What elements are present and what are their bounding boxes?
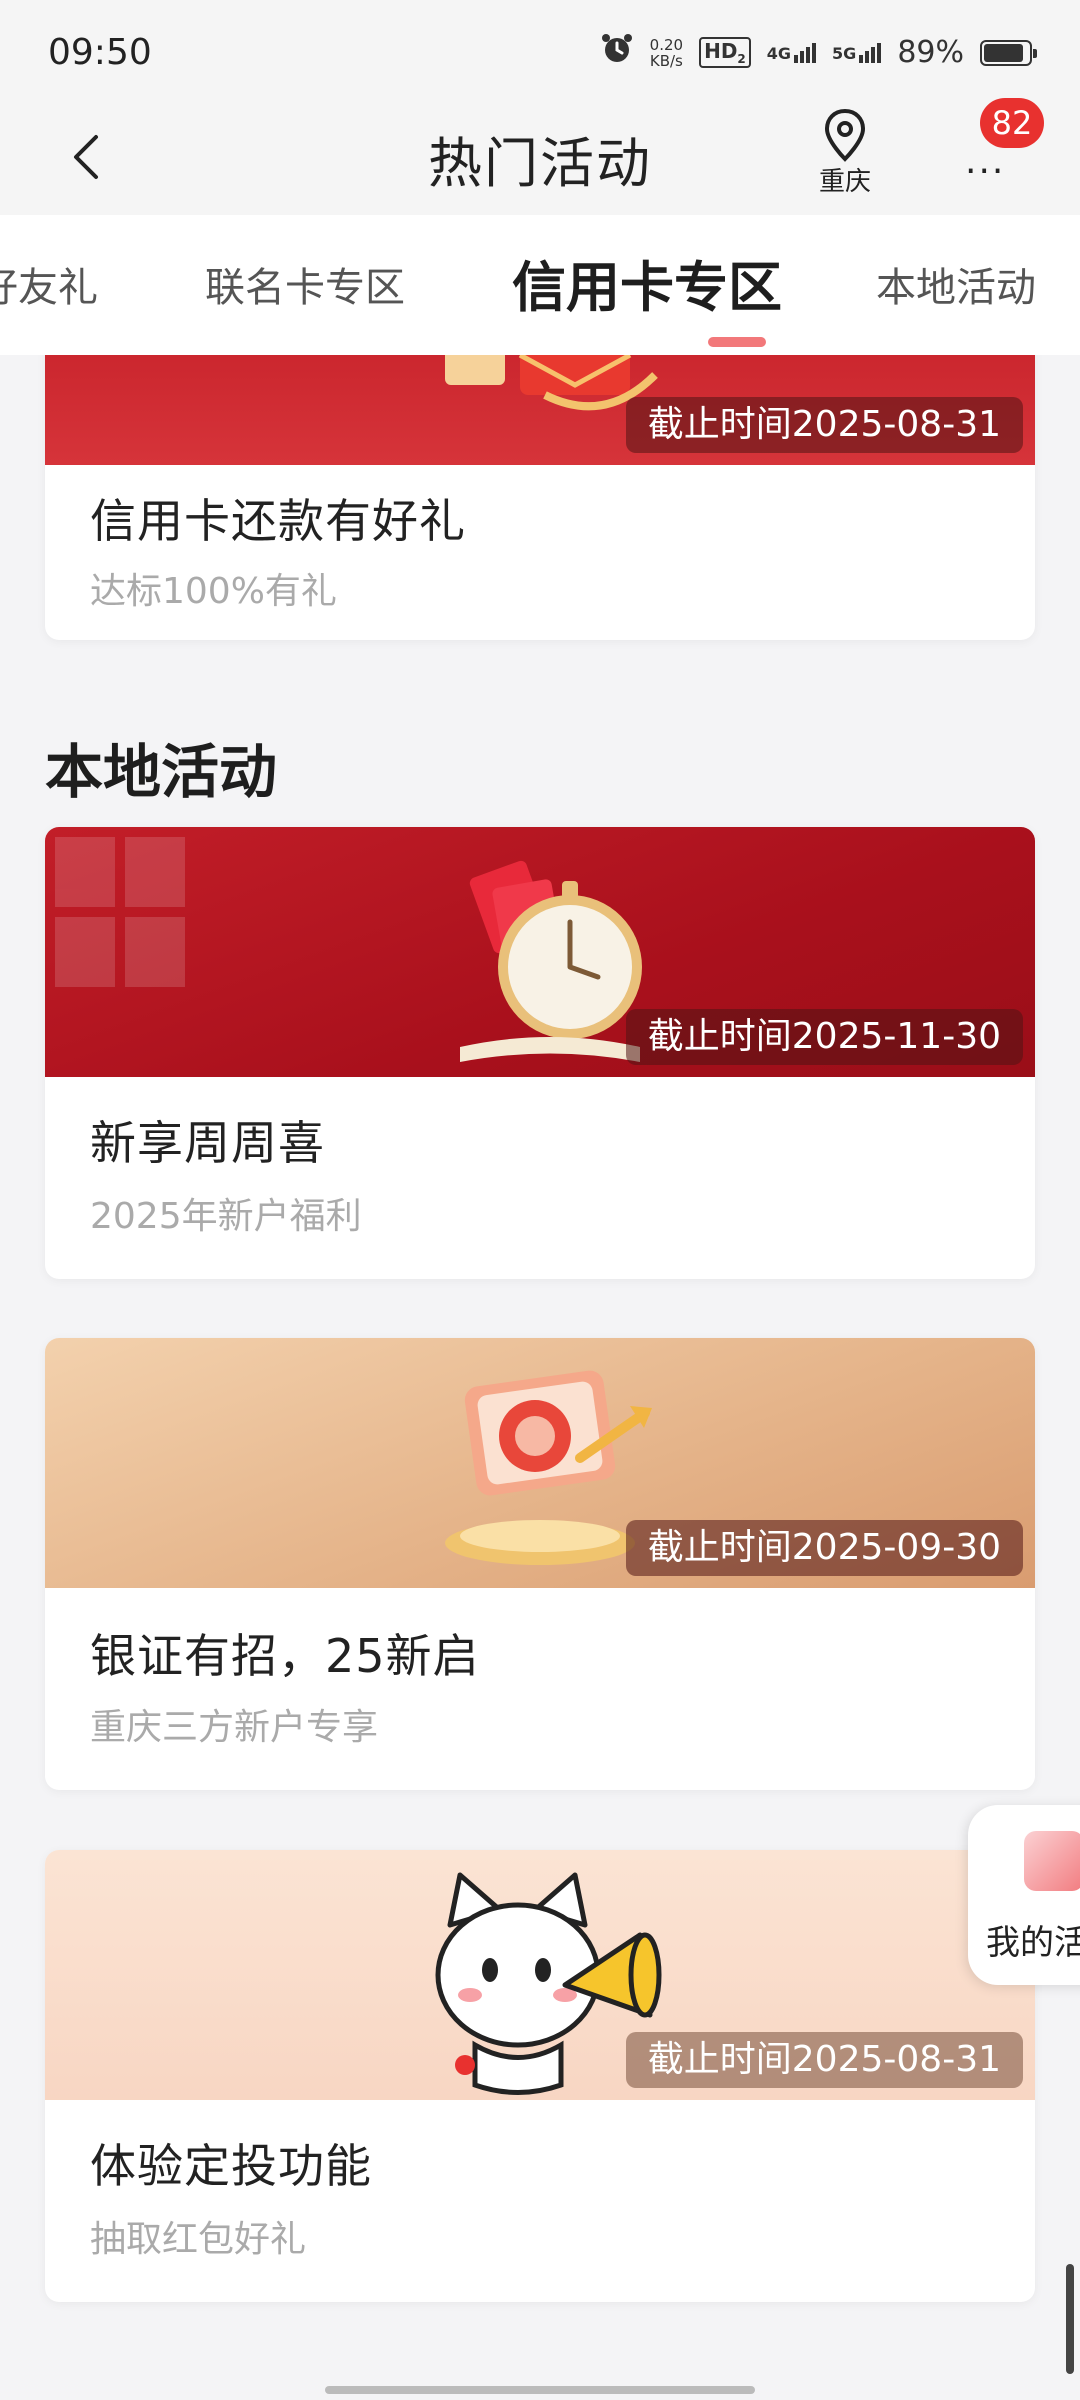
card-subtitle: 重庆三方新户专享 xyxy=(90,1707,379,1748)
more-dots-icon: ··· xyxy=(965,151,1006,192)
card-banner: 截止时间2025-08-31 xyxy=(45,355,1035,465)
hd-sub: 2 xyxy=(737,52,746,66)
card-title: 银证有招，25新启 xyxy=(90,1629,480,1683)
signal-4g-icon: 4G xyxy=(766,42,817,63)
category-tabs: 好友礼 联名卡专区 信用卡专区 本地活动 xyxy=(0,215,1080,355)
signal-5g-icon: 5G xyxy=(832,42,882,63)
battery-percent: 89% xyxy=(897,35,964,70)
page-title: 热门活动 xyxy=(428,132,652,195)
card-subtitle: 2025年新户福利 xyxy=(90,1196,362,1237)
window-light-decoration xyxy=(55,837,185,987)
deadline-badge: 截止时间2025-11-30 xyxy=(625,1009,1023,1065)
tab-credit-card[interactable]: 信用卡专区 xyxy=(512,243,782,322)
deadline-badge: 截止时间2025-08-31 xyxy=(625,397,1023,453)
alarm-icon xyxy=(600,32,634,74)
activity-card[interactable]: 截止时间2025-09-30 银证有招，25新启 重庆三方新户专享 xyxy=(45,1338,1035,1790)
tab-friend-gift[interactable]: 好友礼 xyxy=(0,255,98,313)
hd-icon: HD2 xyxy=(699,37,751,68)
activity-card[interactable]: 截止时间2025-11-30 新享周周喜 2025年新户福利 xyxy=(45,827,1035,1279)
section-title-local: 本地活动 xyxy=(45,738,278,806)
location-button[interactable]: 重庆 xyxy=(800,105,890,215)
card-title: 新享周周喜 xyxy=(90,1116,325,1170)
net-label-1: 4G xyxy=(766,43,792,63)
my-activities-button[interactable]: 我的活 xyxy=(968,1805,1080,1985)
deadline-badge: 截止时间2025-08-31 xyxy=(625,2032,1023,2088)
tab-local-activity[interactable]: 本地活动 xyxy=(876,255,1036,313)
card-banner: 截止时间2025-08-31 xyxy=(45,1850,1035,2100)
activity-card[interactable]: 截止时间2025-08-31 信用卡还款有好礼 达标100%有礼 xyxy=(45,355,1035,640)
status-time: 09:50 xyxy=(48,32,152,73)
net-label-2: 5G xyxy=(832,43,857,63)
card-subtitle: 抽取红包好礼 xyxy=(90,2219,307,2260)
location-pin-icon xyxy=(824,108,866,162)
activity-list: 截止时间2025-08-31 信用卡还款有好礼 达标100%有礼 本地活动 截止… xyxy=(0,355,1080,2400)
hd-label: HD xyxy=(704,39,738,63)
card-title: 信用卡还款有好礼 xyxy=(90,494,466,548)
gift-icon xyxy=(1024,1831,1080,1891)
card-title: 体验定投功能 xyxy=(90,2139,372,2193)
scrollbar[interactable] xyxy=(1066,2264,1074,2374)
card-banner: 截止时间2025-11-30 xyxy=(45,827,1035,1077)
tab-cobrand-card[interactable]: 联名卡专区 xyxy=(205,255,405,313)
location-label: 重庆 xyxy=(818,167,871,197)
nav-bar: 热门活动 重庆 ··· xyxy=(0,105,1080,215)
speed-unit: KB/s xyxy=(649,51,683,70)
status-indicators: 0.20 KB/s HD2 4G 5G 89% xyxy=(600,32,1037,74)
activity-card[interactable]: 截止时间2025-08-31 体验定投功能 抽取红包好礼 xyxy=(45,1850,1035,2302)
tab-active-indicator xyxy=(708,337,766,347)
battery-icon xyxy=(980,39,1037,66)
card-banner: 截止时间2025-09-30 xyxy=(45,1338,1035,1588)
my-activities-label: 我的活 xyxy=(986,1923,1080,1963)
notification-badge: 82 xyxy=(980,98,1044,148)
home-indicator[interactable] xyxy=(325,2386,755,2394)
status-bar: 09:50 0.20 KB/s HD2 4G 5G 89% xyxy=(0,0,1080,105)
card-subtitle: 达标100%有礼 xyxy=(90,571,337,612)
network-speed: 0.20 KB/s xyxy=(650,37,683,69)
deadline-badge: 截止时间2025-09-30 xyxy=(625,1520,1023,1576)
